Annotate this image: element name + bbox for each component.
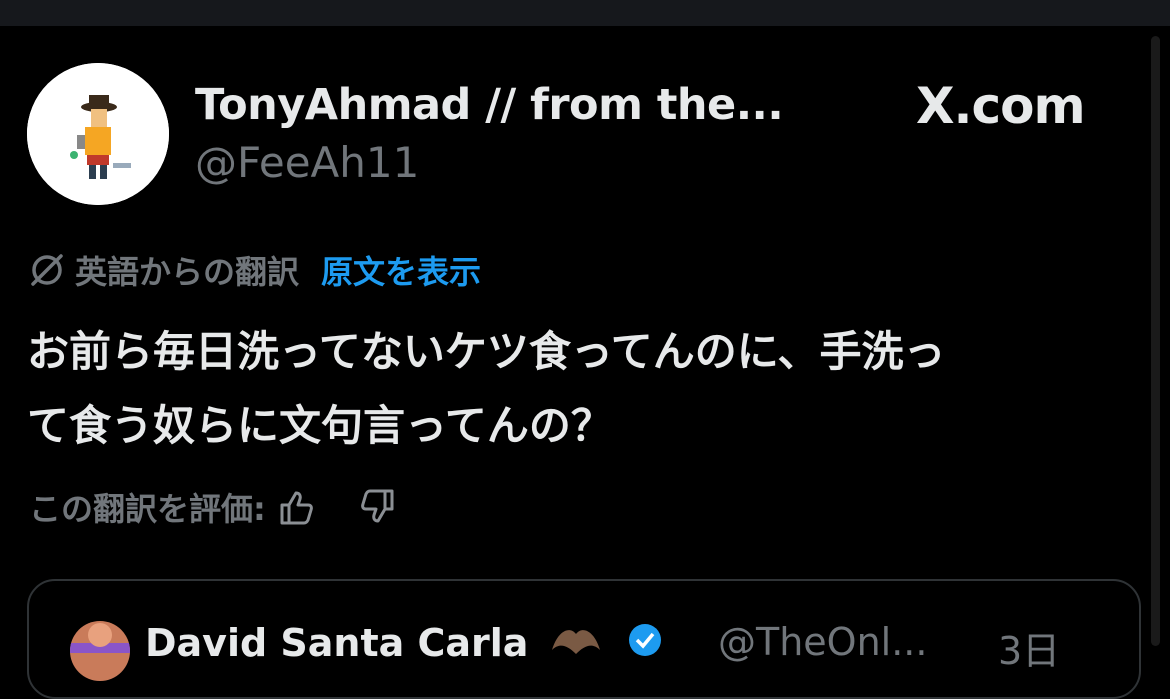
thumbs-down-button[interactable]: [354, 483, 402, 531]
post-text: お前ら毎日洗ってないケツ食ってんのに、手洗っ て食う奴らに文句言ってんの？: [27, 315, 1147, 463]
post-text-line-1: お前ら毎日洗ってないケツ食ってんのに、手洗っ: [27, 327, 946, 376]
thumbs-up-icon: [280, 491, 313, 525]
translation-source-label: 英語からの翻訳: [75, 253, 300, 291]
brand-text: X.com: [916, 77, 1086, 135]
top-bar: [0, 0, 1170, 26]
post-text-line-2: て食う奴らに文句言ってんの？: [27, 401, 613, 450]
user-handle[interactable]: @FeeAh11: [195, 138, 419, 187]
rate-translation: この翻訳を評価:: [29, 483, 402, 531]
avatar[interactable]: [27, 63, 169, 205]
brand-logo: X.com: [916, 76, 1086, 136]
quoted-avatar-image: [70, 621, 130, 681]
bat-emoji-icon: [551, 630, 600, 654]
scrollbar[interactable]: [1151, 36, 1160, 646]
display-name[interactable]: TonyAhmad // from the...: [195, 80, 784, 130]
thumbs-down-icon: [360, 489, 394, 523]
quoted-timestamp[interactable]: 3日: [998, 620, 1060, 675]
translate-icon: [31, 254, 63, 286]
translation-notice: 英語からの翻訳 原文を表示: [27, 248, 481, 292]
quoted-avatar[interactable]: [70, 621, 130, 681]
quoted-display-name-text: David Santa Carla: [145, 621, 529, 665]
avatar-illustration: [27, 63, 169, 205]
quoted-display-name[interactable]: David Santa Carla: [145, 620, 665, 665]
thumbs-up-button[interactable]: [272, 483, 320, 531]
rate-translation-label: この翻訳を評価:: [29, 490, 266, 528]
show-original-link[interactable]: 原文を表示: [321, 247, 481, 293]
quoted-handle[interactable]: @TheOnl...: [718, 620, 927, 664]
verified-badge-icon: [628, 624, 661, 656]
